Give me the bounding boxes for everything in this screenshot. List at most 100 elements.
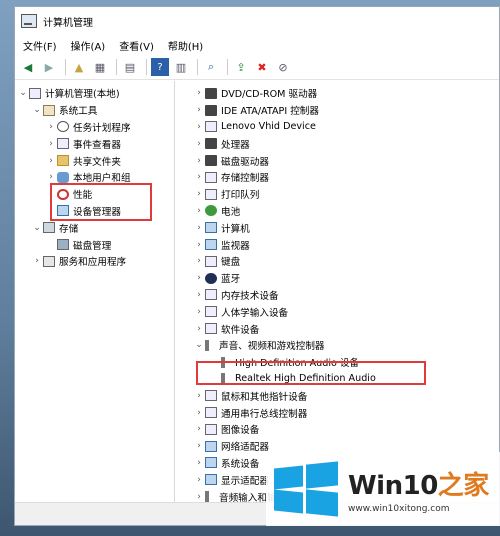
menu-action[interactable]: 操作(A) bbox=[71, 38, 106, 53]
right_tree-item[interactable]: › 监视器 bbox=[179, 236, 499, 253]
chevron-down-icon[interactable]: ⌄ bbox=[31, 105, 43, 115]
chevron-right-icon[interactable]: › bbox=[193, 290, 205, 300]
right_tree-item[interactable]: › 电池 bbox=[179, 203, 499, 220]
audio-io-icon bbox=[205, 491, 215, 503]
mouse-icon bbox=[205, 390, 217, 402]
right_tree-item[interactable]: › 磁盘驱动器 bbox=[179, 152, 499, 169]
chevron-right-icon[interactable]: › bbox=[193, 324, 205, 334]
storage-icon bbox=[43, 222, 55, 234]
right_tree-item[interactable]: › 通用串行总线控制器 bbox=[179, 404, 499, 421]
menu-file[interactable]: 文件(F) bbox=[23, 38, 57, 53]
chevron-right-icon[interactable]: › bbox=[45, 156, 57, 166]
right_tree-label: 声音、视频和游戏控制器 bbox=[219, 341, 325, 353]
left_tree-item[interactable]: › 性能 bbox=[15, 186, 174, 203]
right_tree-label: 软件设备 bbox=[221, 324, 260, 336]
left_tree-item[interactable]: ⌄ 系统工具 bbox=[15, 102, 174, 119]
chevron-right-icon[interactable]: › bbox=[45, 172, 57, 182]
right_tree-item[interactable]: › DVD/CD-ROM 驱动器 bbox=[179, 85, 499, 102]
left_tree-item[interactable]: ⌄ 计算机管理(本地) bbox=[15, 85, 174, 102]
right_tree-label: 内存技术设备 bbox=[221, 290, 279, 302]
left_tree-item[interactable]: 设备管理器 bbox=[15, 203, 174, 220]
menu-help[interactable]: 帮助(H) bbox=[168, 38, 203, 53]
device-manager-icon bbox=[57, 205, 69, 217]
chevron-down-icon[interactable]: ⌄ bbox=[193, 340, 205, 350]
chevron-right-icon[interactable]: › bbox=[193, 408, 205, 418]
chevron-right-icon[interactable]: › bbox=[193, 307, 205, 317]
chevron-right-icon[interactable]: › bbox=[193, 172, 205, 182]
title-bar[interactable]: 计算机管理 bbox=[15, 7, 499, 35]
left_tree-item[interactable]: › 服务和应用程序 bbox=[15, 253, 174, 270]
show-hide-tree-icon[interactable]: ▦ bbox=[91, 58, 109, 76]
chevron-right-icon[interactable]: › bbox=[193, 256, 205, 266]
left_tree-item[interactable]: 磁盘管理 bbox=[15, 236, 174, 253]
chevron-right-icon[interactable]: › bbox=[193, 424, 205, 434]
chevron-right-icon[interactable]: › bbox=[45, 139, 57, 149]
right_tree-item[interactable]: ⌄ 声音、视频和游戏控制器 bbox=[179, 337, 499, 354]
network-icon bbox=[205, 440, 217, 452]
chevron-right-icon[interactable]: › bbox=[45, 122, 57, 132]
right_tree-item[interactable]: › Lenovo Vhid Device bbox=[179, 119, 499, 136]
right_tree-item[interactable]: › 软件设备 bbox=[179, 320, 499, 337]
chevron-right-icon[interactable]: › bbox=[193, 105, 205, 115]
right_tree-item[interactable]: › 蓝牙 bbox=[179, 270, 499, 287]
chevron-right-icon[interactable]: › bbox=[193, 391, 205, 401]
right_tree-item[interactable]: › 图像设备 bbox=[179, 421, 499, 438]
left_tree-item[interactable]: › 共享文件夹 bbox=[15, 152, 174, 169]
right_tree-item[interactable]: › 内存技术设备 bbox=[179, 287, 499, 304]
chevron-right-icon[interactable]: › bbox=[193, 458, 205, 468]
performance-icon bbox=[57, 188, 69, 200]
menu-view[interactable]: 查看(V) bbox=[119, 38, 154, 53]
chevron-right-icon[interactable]: › bbox=[193, 206, 205, 216]
chevron-right-icon[interactable]: › bbox=[31, 256, 43, 266]
up-icon[interactable]: ▲ bbox=[70, 58, 88, 76]
left_tree-label: 设备管理器 bbox=[73, 206, 121, 218]
export-icon[interactable]: ▤ bbox=[121, 58, 139, 76]
left_tree-item[interactable]: ⌄ 存储 bbox=[15, 219, 174, 236]
right_tree-item[interactable]: › 人体学输入设备 bbox=[179, 303, 499, 320]
chevron-right-icon[interactable]: › bbox=[193, 441, 205, 451]
right_tree-label: 显示适配器 bbox=[221, 475, 269, 487]
right_tree-item[interactable]: › 存储控制器 bbox=[179, 169, 499, 186]
chevron-down-icon[interactable]: ⌄ bbox=[31, 223, 43, 233]
chevron-right-icon[interactable]: › bbox=[193, 223, 205, 233]
right_tree-item[interactable]: High Definition Audio 设备 bbox=[179, 354, 499, 371]
properties-icon[interactable]: ▥ bbox=[172, 58, 190, 76]
left_tree-item[interactable]: › 任务计划程序 bbox=[15, 119, 174, 136]
chevron-right-icon[interactable]: › bbox=[193, 139, 205, 149]
update-driver-icon[interactable]: ⇪ bbox=[232, 58, 250, 76]
event-viewer-icon bbox=[57, 138, 69, 150]
main-area: ⌄ 计算机管理(本地) ⌄ 系统工具 › 任务计划程序 › 事件查看器 › 共享文件夹 › 本地用户和… bbox=[15, 81, 499, 503]
chevron-right-icon[interactable]: › bbox=[193, 156, 205, 166]
chevron-down-icon[interactable]: ⌄ bbox=[17, 88, 29, 98]
toolbar-separator bbox=[65, 59, 66, 75]
right_tree-item[interactable]: Realtek High Definition Audio bbox=[179, 371, 499, 388]
chevron-right-icon[interactable]: › bbox=[193, 492, 205, 502]
forward-icon[interactable]: ▶ bbox=[40, 58, 58, 76]
left_tree-item[interactable]: › 事件查看器 bbox=[15, 135, 174, 152]
right_tree-item[interactable]: › 计算机 bbox=[179, 219, 499, 236]
right_tree-item[interactable]: › 打印队列 bbox=[179, 186, 499, 203]
chevron-right-icon[interactable]: › bbox=[193, 240, 205, 250]
left_tree-label: 本地用户和组 bbox=[73, 173, 131, 185]
right_tree-item[interactable]: › 鼠标和其他指针设备 bbox=[179, 387, 499, 404]
chevron-right-icon[interactable]: › bbox=[193, 273, 205, 283]
left_tree-item[interactable]: › 本地用户和组 bbox=[15, 169, 174, 186]
right_tree-label: 监视器 bbox=[221, 240, 250, 252]
chevron-right-icon[interactable]: › bbox=[193, 88, 205, 98]
scan-hardware-icon[interactable]: ⌕ bbox=[202, 58, 220, 76]
right_tree-label: 电池 bbox=[221, 206, 241, 218]
back-icon[interactable]: ◀ bbox=[19, 58, 37, 76]
chevron-right-icon[interactable]: › bbox=[45, 189, 57, 199]
right_tree-item[interactable]: › 处理器 bbox=[179, 135, 499, 152]
toolbar-separator bbox=[197, 59, 198, 75]
chevron-right-icon[interactable]: › bbox=[193, 475, 205, 485]
uninstall-icon[interactable]: ✖ bbox=[253, 58, 271, 76]
right_tree-item[interactable]: › 键盘 bbox=[179, 253, 499, 270]
help-icon[interactable]: ? bbox=[151, 58, 169, 76]
right_tree-item[interactable]: › IDE ATA/ATAPI 控制器 bbox=[179, 102, 499, 119]
disable-icon[interactable]: ⊘ bbox=[274, 58, 292, 76]
chevron-right-icon[interactable]: › bbox=[193, 189, 205, 199]
display-adapter-icon bbox=[205, 474, 217, 486]
toolbar-separator bbox=[146, 59, 147, 75]
chevron-right-icon[interactable]: › bbox=[193, 122, 205, 132]
